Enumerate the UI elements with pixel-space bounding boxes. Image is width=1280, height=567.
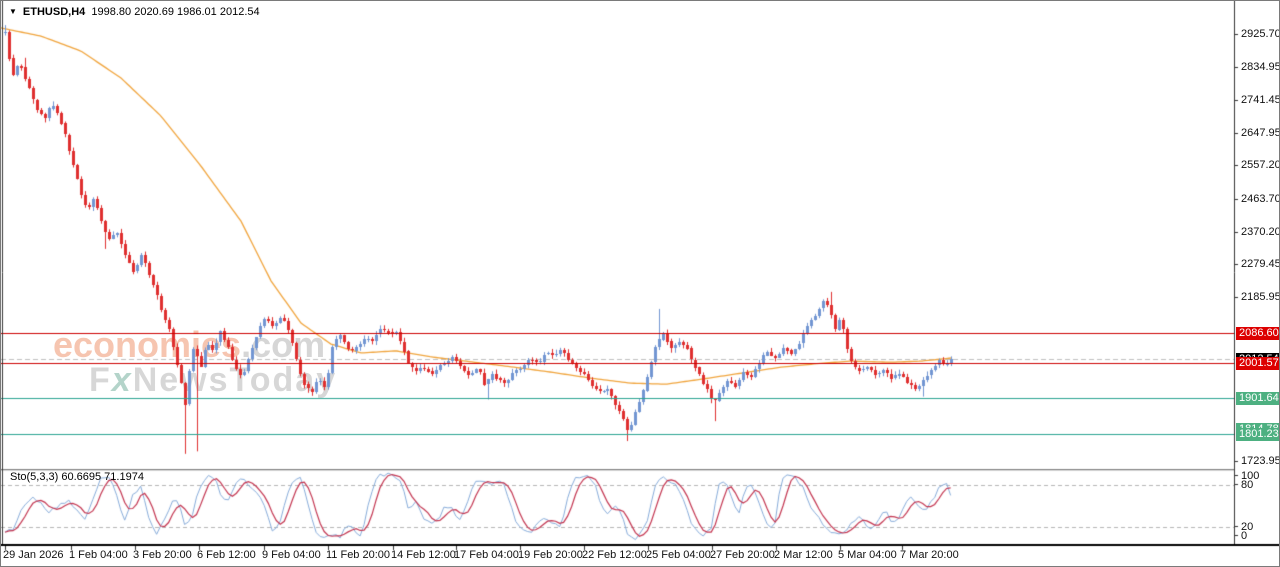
symbol-dropdown-icon[interactable]: ▼ bbox=[9, 7, 17, 16]
price-chart-canvas[interactable] bbox=[1, 1, 1279, 566]
chart-window: economies.com FxNewsToday ▼ETHUSD,H4 199… bbox=[0, 0, 1280, 567]
